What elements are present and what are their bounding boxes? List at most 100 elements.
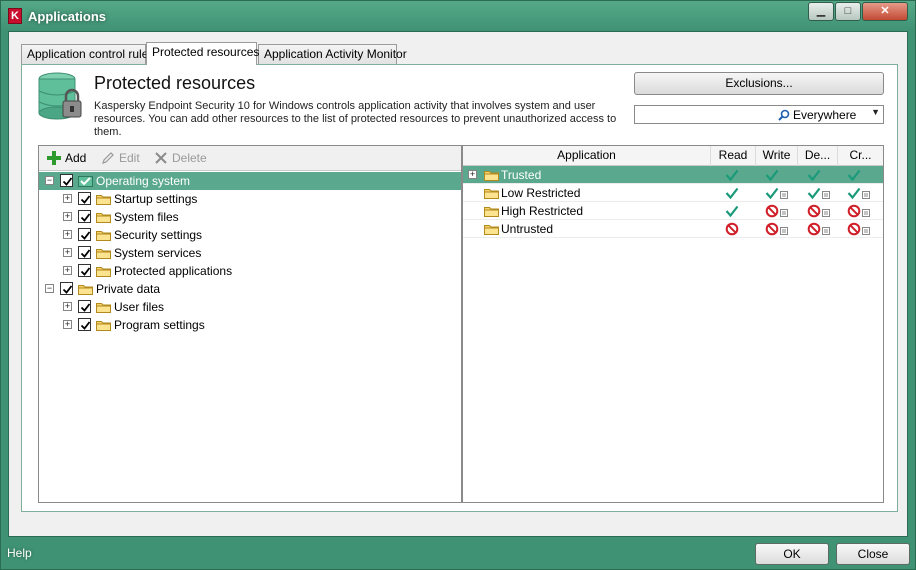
tree-item-label: Operating system (96, 174, 191, 188)
scope-selected-value: Everywhere (793, 108, 857, 122)
delete-button[interactable]: Delete (154, 150, 207, 167)
permission-cell-create[interactable] (838, 220, 883, 238)
protected-resources-panel: Protected resources Kaspersky Endpoint S… (21, 64, 898, 512)
minimize-button[interactable]: ▁ (808, 2, 834, 21)
permission-cell-write[interactable] (756, 202, 798, 220)
checkmark-icon (80, 249, 91, 258)
permission-cell-write[interactable] (756, 184, 798, 202)
checkmark-icon (80, 213, 91, 222)
tree-item[interactable]: + Program settings (39, 316, 461, 334)
tree-item-checkbox[interactable] (78, 246, 91, 259)
expand-icon[interactable]: + (63, 266, 72, 275)
tree-item-checkbox[interactable] (78, 318, 91, 331)
tree-item[interactable]: + Security settings (39, 226, 461, 244)
grid-row-label: High Restricted (501, 204, 584, 218)
tree-item-checkbox[interactable] (78, 300, 91, 313)
expand-icon[interactable]: + (63, 212, 72, 221)
exclusions-button[interactable]: Exclusions... (634, 72, 884, 95)
expand-icon[interactable]: + (63, 302, 72, 311)
tree-item-checkbox[interactable] (78, 228, 91, 241)
deny-icon (725, 222, 739, 236)
grid-row[interactable]: High Restricted (463, 202, 883, 220)
tree-item-label: Startup settings (114, 192, 198, 206)
tree-item-label: Protected applications (114, 264, 233, 278)
tree-item[interactable]: − Private data (39, 280, 461, 298)
grid-row[interactable]: + Trusted (463, 166, 883, 184)
log-icon (822, 209, 830, 217)
expand-icon[interactable]: + (63, 320, 72, 329)
permission-cell-delete[interactable] (798, 202, 838, 220)
tree-item-checkbox[interactable] (78, 210, 91, 223)
permission-cell-read[interactable] (711, 220, 756, 238)
client-area: Application control rules Protected reso… (8, 31, 908, 537)
close-button[interactable]: Close (836, 543, 910, 565)
folder-icon (484, 207, 499, 217)
permission-cell-write[interactable] (756, 166, 798, 184)
checkmark-icon (80, 303, 91, 312)
title-bar[interactable]: K Applications ▁ □ ✕ (1, 1, 915, 31)
tree-item[interactable]: + Protected applications (39, 262, 461, 280)
permission-cell-read[interactable] (711, 184, 756, 202)
tab-protected-resources[interactable]: Protected resources (146, 42, 259, 65)
tree-item[interactable]: + System files (39, 208, 461, 226)
column-application[interactable]: Application (463, 146, 711, 166)
column-write[interactable]: Write (756, 146, 798, 166)
permission-cell-create[interactable] (838, 166, 883, 184)
column-read[interactable]: Read (711, 146, 756, 166)
maximize-button[interactable]: □ (835, 2, 861, 21)
tab-application-activity-monitor[interactable]: Application Activity Monitor (258, 44, 407, 64)
permission-cell-read[interactable] (711, 166, 756, 184)
window-title: Applications (28, 9, 107, 24)
dialog-footer: Help OK Close (1, 539, 915, 569)
tree-item[interactable]: + System services (39, 244, 461, 262)
page-description: Kaspersky Endpoint Security 10 for Windo… (94, 100, 617, 138)
tree-item[interactable]: + User files (39, 298, 461, 316)
deny-icon (765, 204, 779, 218)
collapse-icon[interactable]: − (45, 284, 54, 293)
help-link[interactable]: Help (7, 546, 32, 560)
kaspersky-logo-icon: K (8, 8, 22, 24)
applications-window: K Applications ▁ □ ✕ Application control… (0, 0, 916, 570)
grid-row[interactable]: Low Restricted (463, 184, 883, 202)
delete-icon (155, 152, 167, 164)
permission-cell-read[interactable] (711, 202, 756, 220)
permission-cell-write[interactable] (756, 220, 798, 238)
ok-button[interactable]: OK (755, 543, 829, 565)
tree-item-checkbox[interactable] (78, 264, 91, 277)
permission-cell-delete[interactable] (798, 166, 838, 184)
folder-icon (484, 225, 499, 235)
log-icon (862, 227, 870, 235)
permission-cell-create[interactable] (838, 202, 883, 220)
close-window-button[interactable]: ✕ (862, 2, 908, 21)
log-icon (822, 227, 830, 235)
expand-icon[interactable]: + (63, 230, 72, 239)
permission-cell-delete[interactable] (798, 184, 838, 202)
permission-cell-delete[interactable] (798, 220, 838, 238)
tab-application-control-rules[interactable]: Application control rules (21, 44, 154, 64)
tree-item[interactable]: + Startup settings (39, 190, 461, 208)
folder-icon (96, 249, 111, 259)
tree-item[interactable]: − Operating system (39, 172, 461, 190)
checkmark-icon (80, 267, 91, 276)
column-create[interactable]: Cr... (838, 146, 883, 166)
log-icon (862, 209, 870, 217)
tree-item-checkbox[interactable] (60, 174, 73, 187)
column-delete[interactable]: De... (798, 146, 838, 166)
log-icon (862, 191, 870, 199)
permission-cell-create[interactable] (838, 184, 883, 202)
tree-toolbar: Add Edit Delete (39, 146, 461, 171)
expand-icon[interactable]: + (63, 194, 72, 203)
scope-dropdown[interactable]: Everywhere ▼ (634, 105, 884, 124)
expand-icon[interactable]: + (468, 170, 477, 179)
add-button[interactable]: Add (47, 150, 86, 167)
tree-item-label: Private data (96, 282, 161, 296)
folder-icon (78, 285, 93, 295)
grid-row[interactable]: Untrusted (463, 220, 883, 238)
folder-icon (96, 195, 111, 205)
edit-button[interactable]: Edit (101, 150, 140, 167)
expand-icon[interactable]: + (63, 248, 72, 257)
collapse-icon[interactable]: − (45, 176, 54, 185)
tree-item-checkbox[interactable] (60, 282, 73, 295)
dropdown-arrow-icon[interactable]: ▼ (871, 107, 880, 117)
tree-item-checkbox[interactable] (78, 192, 91, 205)
